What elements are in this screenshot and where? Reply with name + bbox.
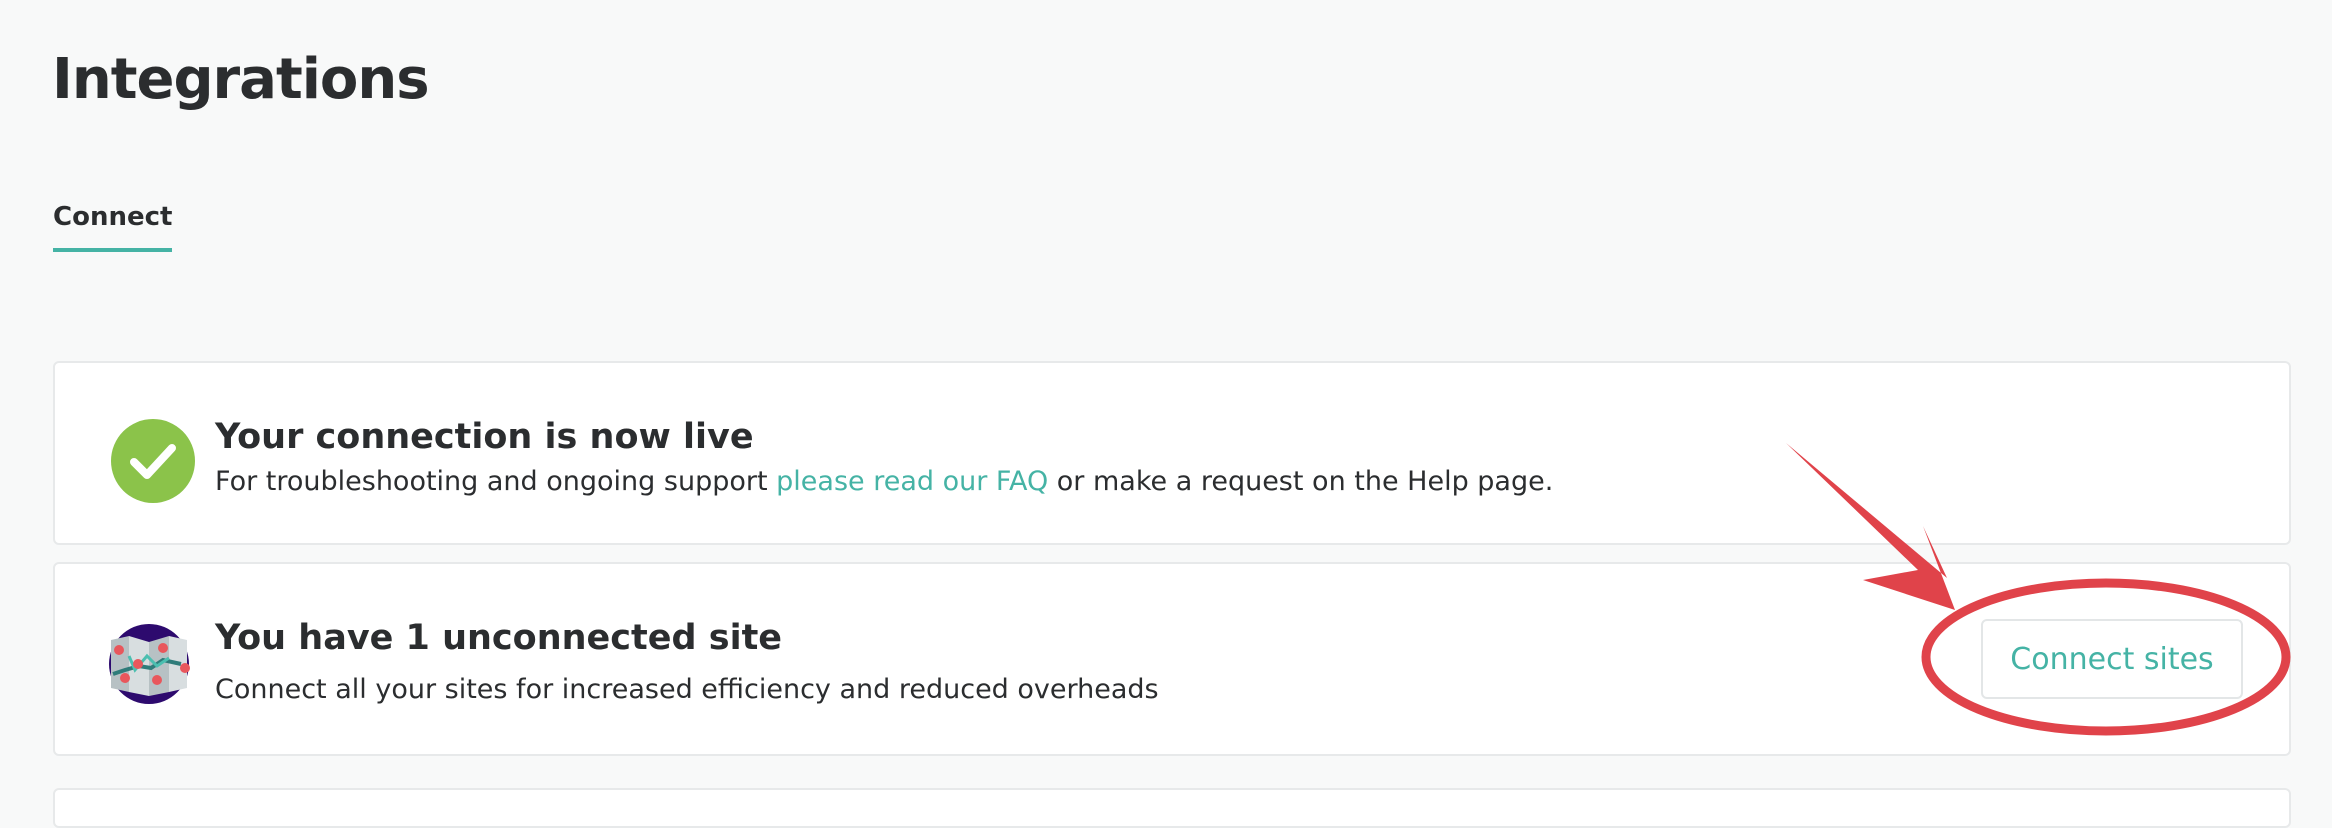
sites-description: Connect all your sites for increased eff… (215, 674, 1159, 705)
connection-title: Your connection is now live (215, 417, 754, 457)
connect-sites-button[interactable]: Connect sites (1981, 619, 2243, 699)
page-title: Integrations (52, 47, 430, 112)
sites-title: You have 1 unconnected site (215, 618, 783, 658)
connection-status-card: Your connection is now live For troubles… (53, 361, 2291, 545)
tab-connect[interactable]: Connect (53, 200, 173, 252)
check-circle-icon (111, 419, 195, 503)
faq-link[interactable]: please read our FAQ (776, 466, 1048, 497)
next-card (53, 788, 2291, 828)
map-icon (109, 624, 190, 704)
connection-description: For troubleshooting and ongoing support … (215, 464, 1553, 500)
unconnected-sites-card: You have 1 unconnected site Connect all … (53, 562, 2291, 756)
connection-desc-prefix: For troubleshooting and ongoing support (215, 466, 777, 497)
connection-desc-suffix: or make a request on the Help page. (1048, 466, 1554, 497)
